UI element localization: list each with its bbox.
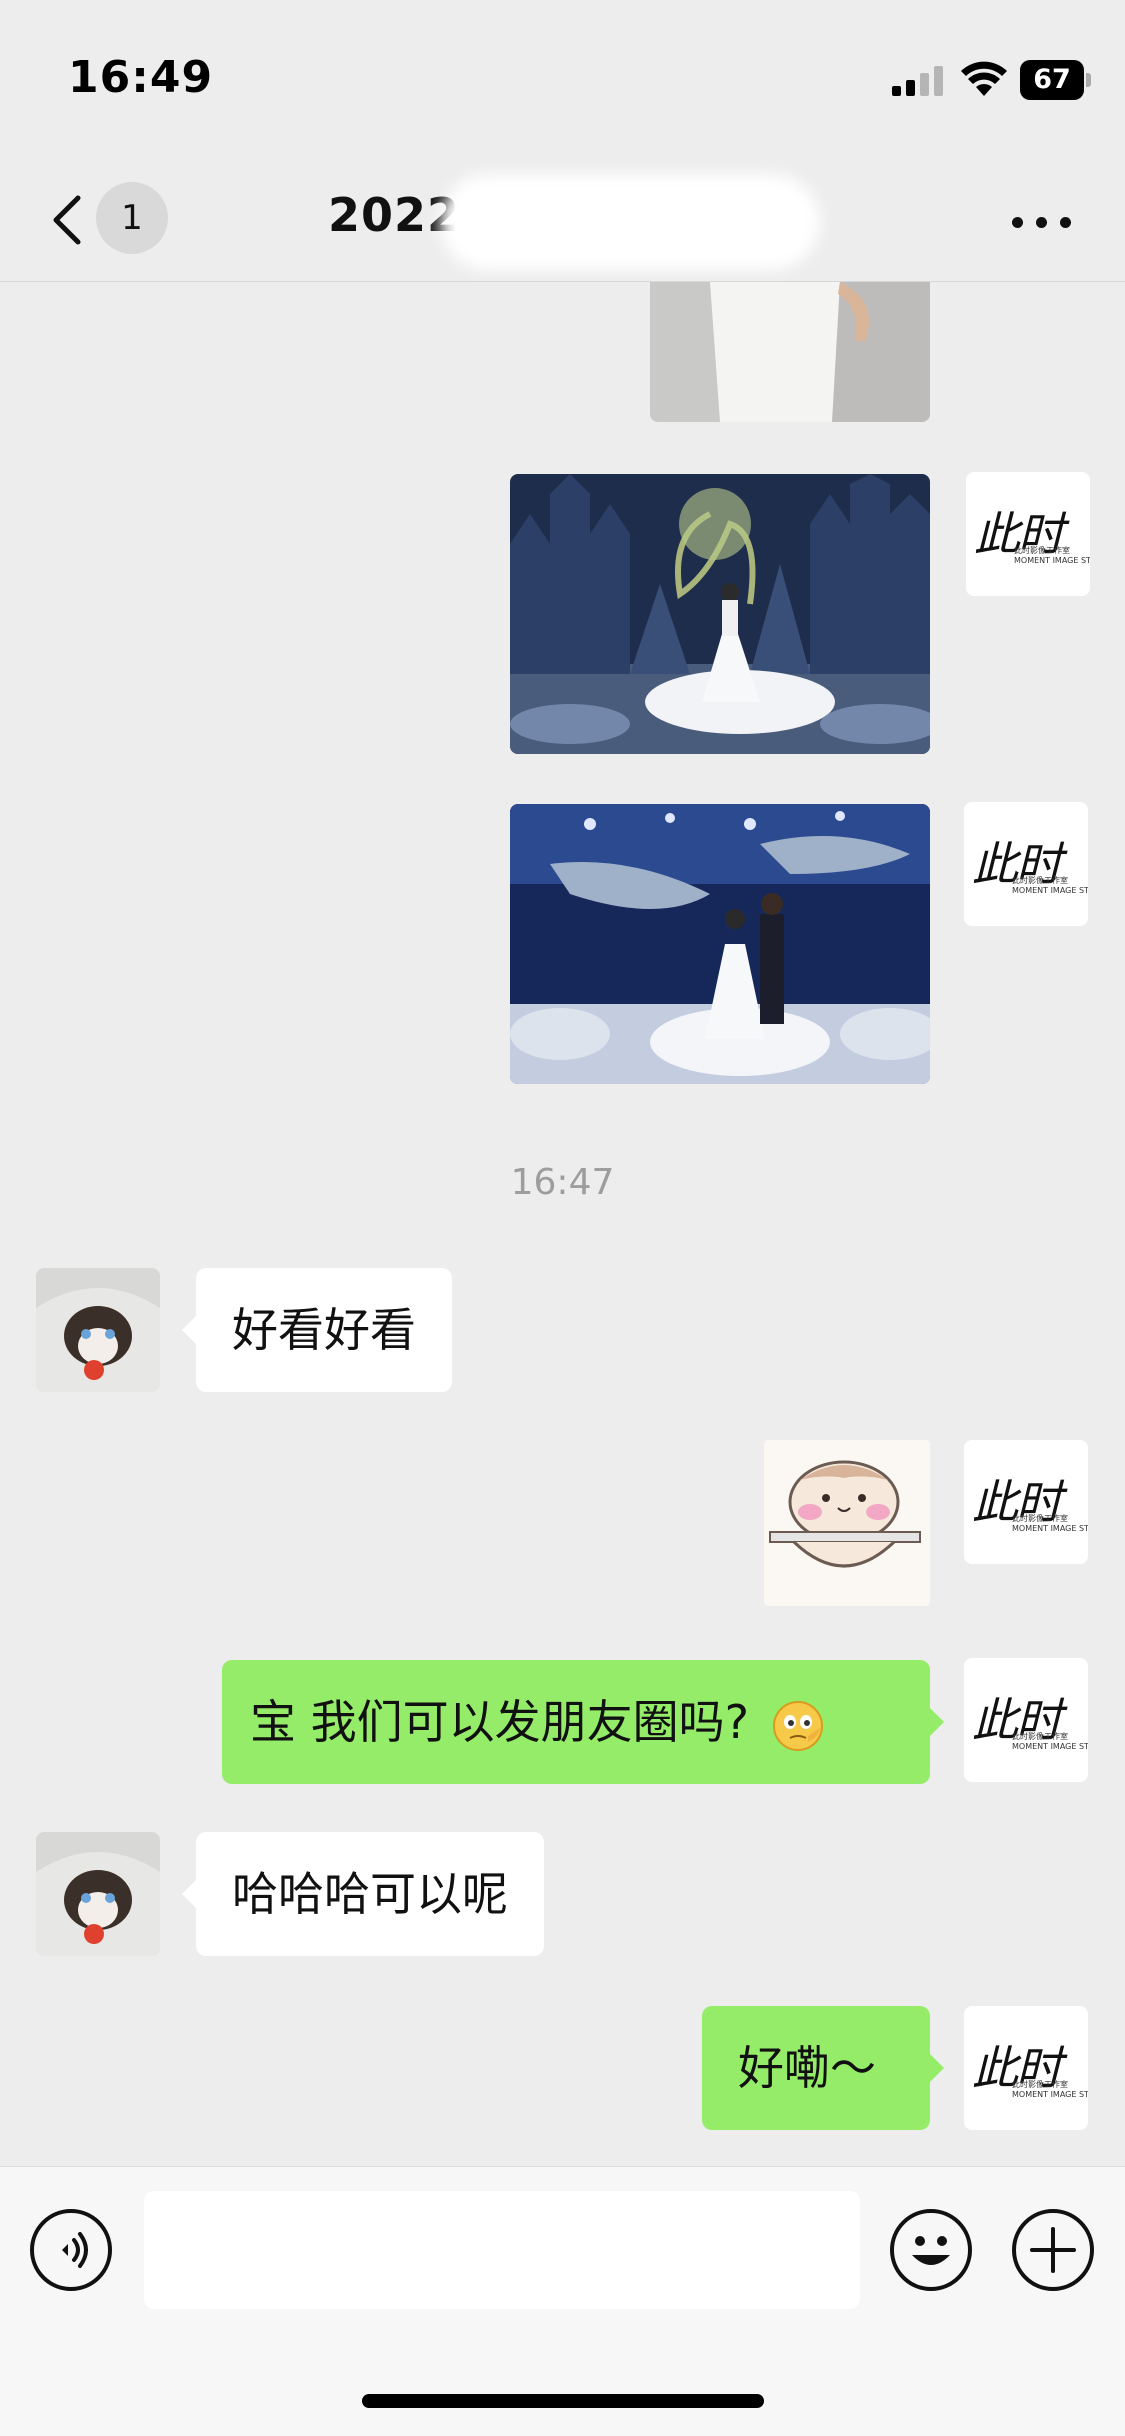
title-redaction <box>440 174 820 270</box>
chat-header: 1 2022 <box>0 160 1125 282</box>
battery-level: 67 <box>1020 60 1084 100</box>
image-message-castle-wedding[interactable] <box>510 474 930 754</box>
chat-screen: 16:49 67 1 2022 此时 此时影像工作室 MOMENT IMAGE … <box>0 0 1125 2436</box>
avatar-self[interactable]: 此时 此时影像工作室MOMENT IMAGE STUDIO <box>964 2006 1088 2130</box>
voice-input-icon[interactable] <box>30 2209 112 2291</box>
emoji-icon[interactable] <box>890 2209 972 2291</box>
message-bubble-outgoing[interactable]: 宝 我们可以发朋友圈吗? <box>222 1660 930 1784</box>
avatar-contact[interactable] <box>36 1268 160 1392</box>
status-bar: 16:49 67 <box>0 0 1125 160</box>
studio-logo-subtitle: 此时影像工作室MOMENT IMAGE STUDIO <box>1012 1514 1088 1533</box>
message-bubble-outgoing[interactable]: 好嘞～ <box>702 2006 930 2130</box>
home-indicator[interactable] <box>362 2394 764 2408</box>
studio-logo-subtitle: 此时影像工作室MOMENT IMAGE STUDIO <box>1012 2080 1088 2099</box>
studio-logo-subtitle: 此时影像工作室MOMENT IMAGE STUDIO <box>1014 546 1090 565</box>
bubble-tail <box>930 2054 944 2082</box>
battery-icon: 67 <box>1020 60 1091 100</box>
back-chevron-icon[interactable] <box>48 190 88 250</box>
status-time: 16:49 <box>68 52 214 103</box>
battery-cap <box>1086 73 1091 87</box>
avatar-self[interactable]: 此时 此时影像工作室MOMENT IMAGE STUDIO <box>964 1658 1088 1782</box>
more-options-icon[interactable] <box>1010 212 1074 232</box>
avatar-self[interactable]: 此时 此时影像工作室MOMENT IMAGE STUDIO <box>964 1440 1088 1564</box>
wifi-icon <box>961 61 1007 96</box>
bubble-tail <box>930 1708 944 1736</box>
avatar-contact[interactable] <box>36 1832 160 1956</box>
message-input[interactable] <box>144 2191 860 2309</box>
image-message-bride-dress[interactable] <box>650 282 930 422</box>
message-timestamp: 16:47 <box>510 1162 615 1203</box>
message-bubble-incoming[interactable]: 好看好看 <box>196 1268 452 1392</box>
message-bubble-incoming[interactable]: 哈哈哈可以呢 <box>196 1832 544 1956</box>
message-text: 宝 我们可以发朋友圈吗? <box>250 1695 750 1749</box>
unread-count-badge[interactable]: 1 <box>96 182 168 254</box>
cellular-signal-icon <box>892 66 943 96</box>
avatar-self[interactable]: 此时 此时影像工作室MOMENT IMAGE STUDIO <box>964 802 1088 926</box>
bubble-tail <box>182 1316 196 1344</box>
sticker-message-hamster[interactable] <box>764 1440 930 1606</box>
bubble-tail <box>182 1880 196 1908</box>
avatar-self[interactable]: 此时 此时影像工作室MOMENT IMAGE STUDIO <box>966 472 1090 596</box>
thinking-face-emoji-icon <box>772 1700 823 1751</box>
studio-logo-subtitle: 此时影像工作室MOMENT IMAGE STUDIO <box>1012 876 1088 895</box>
image-message-couple-whale[interactable] <box>510 804 930 1084</box>
studio-logo-subtitle: 此时影像工作室MOMENT IMAGE STUDIO <box>1012 1732 1088 1751</box>
add-more-icon[interactable] <box>1012 2209 1094 2291</box>
